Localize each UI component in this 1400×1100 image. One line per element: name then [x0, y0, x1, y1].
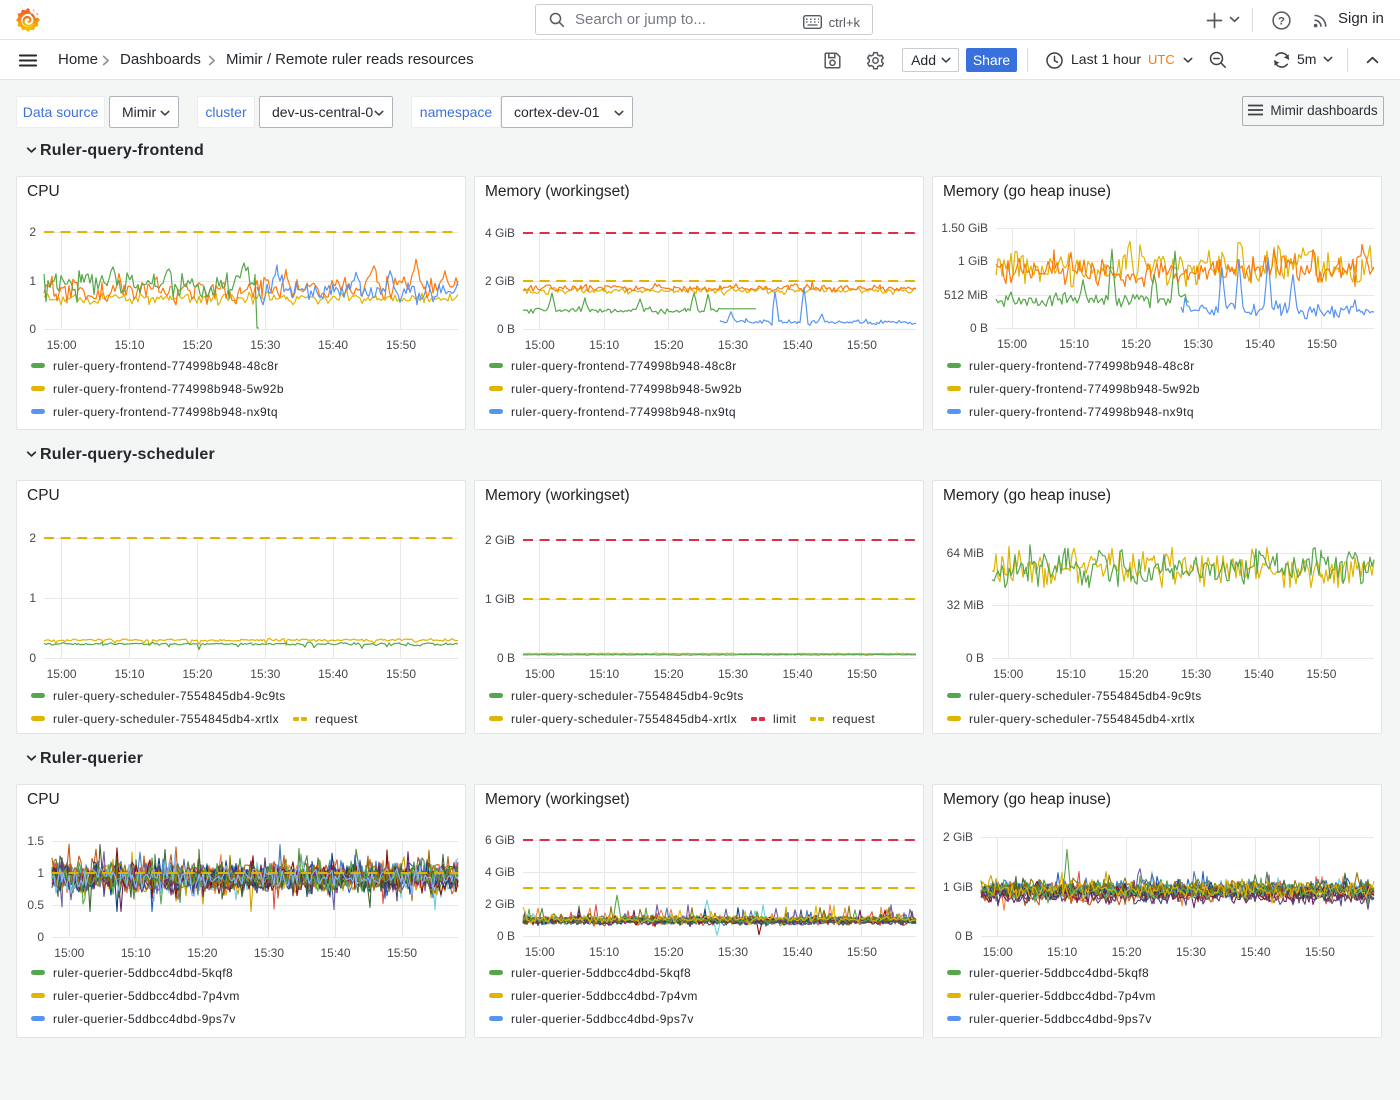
svg-text:15:40: 15:40 [1244, 667, 1274, 681]
svg-text:2: 2 [29, 225, 36, 239]
svg-text:15:00: 15:00 [47, 338, 77, 352]
svg-text:15:10: 15:10 [114, 338, 144, 352]
svg-text:1.50 GiB: 1.50 GiB [941, 221, 988, 235]
svg-text:15:00: 15:00 [993, 667, 1023, 681]
svg-text:2 GiB: 2 GiB [485, 274, 515, 288]
svg-text:15:30: 15:30 [718, 945, 748, 959]
svg-text:15:10: 15:10 [1056, 667, 1086, 681]
svg-text:15:40: 15:40 [782, 338, 812, 352]
svg-text:15:00: 15:00 [525, 945, 555, 959]
svg-text:1 GiB: 1 GiB [485, 592, 515, 606]
svg-text:0 B: 0 B [955, 929, 973, 943]
svg-text:15:50: 15:50 [387, 946, 417, 960]
svg-text:1 GiB: 1 GiB [943, 880, 973, 894]
svg-text:2 GiB: 2 GiB [485, 897, 515, 911]
svg-text:1 GiB: 1 GiB [958, 254, 988, 268]
svg-text:0 B: 0 B [497, 322, 515, 336]
svg-text:15:50: 15:50 [847, 945, 877, 959]
svg-text:0: 0 [29, 651, 36, 665]
svg-text:4 GiB: 4 GiB [485, 226, 515, 240]
svg-text:15:20: 15:20 [1118, 667, 1148, 681]
svg-text:0 B: 0 B [970, 321, 988, 335]
svg-text:15:40: 15:40 [1245, 337, 1275, 351]
svg-text:15:40: 15:40 [318, 667, 348, 681]
svg-text:15:50: 15:50 [847, 338, 877, 352]
svg-text:15:00: 15:00 [983, 945, 1013, 959]
svg-text:64 MiB: 64 MiB [947, 546, 984, 560]
svg-text:1: 1 [29, 591, 36, 605]
svg-text:15:00: 15:00 [525, 667, 555, 681]
svg-text:15:20: 15:20 [654, 945, 684, 959]
svg-text:15:50: 15:50 [1307, 337, 1337, 351]
svg-text:15:00: 15:00 [54, 946, 84, 960]
svg-text:0 B: 0 B [497, 651, 515, 665]
svg-text:15:50: 15:50 [1305, 945, 1335, 959]
svg-text:15:30: 15:30 [254, 946, 284, 960]
svg-text:15:30: 15:30 [718, 338, 748, 352]
svg-text:15:20: 15:20 [182, 667, 212, 681]
svg-text:2: 2 [29, 531, 36, 545]
svg-text:15:20: 15:20 [187, 946, 217, 960]
svg-text:15:20: 15:20 [654, 667, 684, 681]
svg-text:2 GiB: 2 GiB [485, 533, 515, 547]
svg-text:0 B: 0 B [497, 929, 515, 943]
svg-text:0: 0 [37, 930, 44, 944]
svg-text:15:50: 15:50 [847, 667, 877, 681]
svg-text:0: 0 [29, 322, 36, 336]
svg-text:15:40: 15:40 [320, 946, 350, 960]
svg-text:15:20: 15:20 [1112, 945, 1142, 959]
svg-text:0.5: 0.5 [27, 898, 44, 912]
svg-text:15:40: 15:40 [782, 667, 812, 681]
svg-text:15:30: 15:30 [718, 667, 748, 681]
svg-text:512 MiB: 512 MiB [944, 288, 988, 302]
svg-text:15:00: 15:00 [997, 337, 1027, 351]
svg-text:15:40: 15:40 [1240, 945, 1270, 959]
svg-text:15:30: 15:30 [1181, 667, 1211, 681]
svg-text:15:10: 15:10 [114, 667, 144, 681]
svg-text:15:30: 15:30 [250, 667, 280, 681]
svg-text:0 B: 0 B [966, 651, 984, 665]
svg-text:15:30: 15:30 [1176, 945, 1206, 959]
svg-text:?: ? [1278, 16, 1285, 28]
svg-text:2 GiB: 2 GiB [943, 830, 973, 844]
svg-text:32 MiB: 32 MiB [947, 598, 984, 612]
svg-text:15:40: 15:40 [782, 945, 812, 959]
svg-text:15:50: 15:50 [1306, 667, 1336, 681]
svg-text:15:10: 15:10 [1059, 337, 1089, 351]
svg-text:15:30: 15:30 [1183, 337, 1213, 351]
svg-text:1: 1 [29, 274, 36, 288]
svg-text:15:20: 15:20 [1121, 337, 1151, 351]
svg-text:1: 1 [37, 866, 44, 880]
svg-text:15:50: 15:50 [386, 667, 416, 681]
svg-text:15:20: 15:20 [182, 338, 212, 352]
svg-text:15:30: 15:30 [250, 338, 280, 352]
svg-text:15:10: 15:10 [121, 946, 151, 960]
svg-text:15:00: 15:00 [47, 667, 77, 681]
svg-text:15:50: 15:50 [386, 338, 416, 352]
svg-text:4 GiB: 4 GiB [485, 865, 515, 879]
svg-text:6 GiB: 6 GiB [485, 833, 515, 847]
svg-text:15:10: 15:10 [1047, 945, 1077, 959]
svg-text:15:00: 15:00 [525, 338, 555, 352]
svg-text:15:20: 15:20 [654, 338, 684, 352]
svg-text:15:10: 15:10 [589, 667, 619, 681]
svg-text:15:10: 15:10 [589, 338, 619, 352]
svg-text:15:40: 15:40 [318, 338, 348, 352]
svg-text:1.5: 1.5 [27, 834, 44, 848]
svg-text:15:10: 15:10 [589, 945, 619, 959]
